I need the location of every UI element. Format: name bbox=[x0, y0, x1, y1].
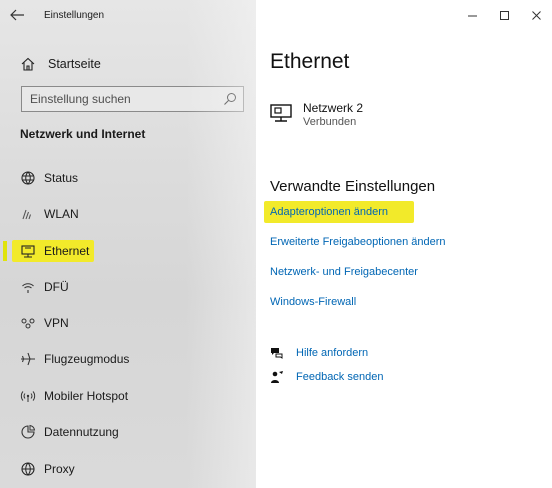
network-name[interactable]: Netzwerk 2 bbox=[303, 101, 363, 115]
sidebar-item-label: WLAN bbox=[44, 207, 79, 221]
home-label: Startseite bbox=[48, 57, 101, 71]
close-icon bbox=[531, 10, 541, 20]
network-connection-icon bbox=[270, 104, 292, 122]
link-advanced-sharing[interactable]: Erweiterte Freigabeoptionen ändern bbox=[270, 236, 446, 248]
title-bar: Einstellungen bbox=[0, 0, 256, 30]
get-help-link[interactable]: Hilfe anfordern bbox=[296, 347, 368, 359]
feedback-row[interactable]: Feedback senden bbox=[270, 368, 383, 386]
sidebar-item-proxy[interactable]: Proxy bbox=[0, 452, 256, 486]
window-controls bbox=[456, 0, 552, 30]
sidebar-item-vpn[interactable]: VPN bbox=[0, 306, 256, 340]
search-box bbox=[21, 86, 244, 112]
close-button[interactable] bbox=[520, 0, 552, 30]
link-windows-firewall[interactable]: Windows-Firewall bbox=[270, 296, 356, 308]
page-title: Ethernet bbox=[270, 50, 350, 73]
app-title: Einstellungen bbox=[44, 10, 105, 21]
search-icon[interactable] bbox=[223, 92, 237, 106]
help-row[interactable]: Hilfe anfordern bbox=[270, 344, 368, 362]
feedback-link[interactable]: Feedback senden bbox=[296, 371, 383, 383]
home-icon bbox=[21, 57, 35, 71]
sidebar-item-label: Mobiler Hotspot bbox=[44, 389, 129, 403]
sidebar-item-mobiler-hotspot[interactable]: Mobiler Hotspot bbox=[0, 379, 256, 413]
link-network-sharing-center[interactable]: Netzwerk- und Freigabecenter bbox=[270, 266, 418, 278]
network-status: Verbunden bbox=[303, 116, 357, 128]
dialup-icon bbox=[22, 283, 34, 293]
sidebar-item-datennutzung[interactable]: Datennutzung bbox=[0, 415, 256, 449]
sidebar-home[interactable]: Startseite bbox=[20, 52, 101, 76]
sidebar-item-label: Datennutzung bbox=[44, 425, 119, 439]
feedback-person-icon bbox=[271, 371, 283, 383]
hotspot-icon bbox=[20, 391, 36, 402]
airplane-icon bbox=[21, 352, 35, 366]
search-input[interactable] bbox=[22, 87, 220, 111]
minimize-button[interactable] bbox=[456, 0, 488, 30]
sidebar-item-label: Status bbox=[44, 171, 79, 185]
vpn-icon bbox=[21, 318, 35, 329]
data-usage-icon bbox=[21, 424, 36, 439]
wifi-icon bbox=[22, 209, 32, 220]
sidebar-item-label: VPN bbox=[44, 316, 69, 330]
help-chat-icon bbox=[271, 348, 283, 359]
sidebar-item-flugzeugmodus[interactable]: Flugzeugmodus bbox=[0, 342, 256, 376]
link-adapter-options[interactable]: Adapteroptionen ändern bbox=[270, 206, 388, 218]
sidebar-item-wlan[interactable]: WLAN bbox=[0, 197, 256, 231]
ethernet-icon bbox=[21, 245, 35, 258]
sidebar-item-status[interactable]: Status bbox=[0, 161, 256, 195]
maximize-icon bbox=[499, 10, 509, 20]
sidebar: Einstellungen Startseite Netzwerk und In… bbox=[0, 0, 256, 488]
selection-indicator bbox=[3, 241, 7, 261]
sidebar-item-ethernet[interactable]: Ethernet bbox=[0, 234, 256, 268]
main-content: Ethernet Netzwerk 2 Verbunden Verwandte … bbox=[256, 0, 552, 488]
status-globe-icon bbox=[21, 171, 35, 185]
sidebar-item-label: Ethernet bbox=[44, 244, 90, 258]
proxy-globe-icon bbox=[21, 462, 35, 476]
section-heading: Netzwerk und Internet bbox=[20, 127, 146, 141]
sidebar-item-label: DFÜ bbox=[44, 280, 69, 294]
sidebar-item-label: Proxy bbox=[44, 462, 75, 476]
sidebar-item-dfu[interactable]: DFÜ bbox=[0, 270, 256, 304]
sidebar-item-label: Flugzeugmodus bbox=[44, 352, 130, 366]
maximize-button[interactable] bbox=[488, 0, 520, 30]
minimize-icon bbox=[467, 15, 477, 16]
related-settings-heading: Verwandte Einstellungen bbox=[270, 178, 436, 195]
back-arrow-icon[interactable] bbox=[8, 7, 26, 23]
